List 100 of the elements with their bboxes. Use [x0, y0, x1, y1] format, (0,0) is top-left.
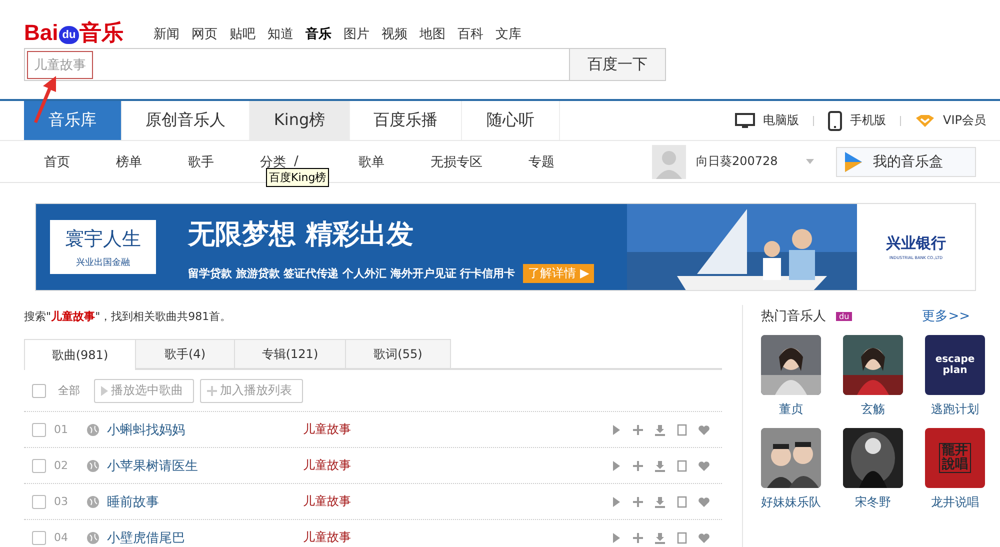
- music-box-button[interactable]: 我的音乐盒: [836, 146, 976, 176]
- plus-icon[interactable]: [632, 532, 644, 544]
- play-icon[interactable]: [610, 532, 622, 544]
- track-number: 03: [54, 495, 69, 508]
- top-nav-link[interactable]: 视频: [382, 25, 408, 43]
- heart-icon[interactable]: [698, 532, 710, 544]
- sub-nav-link[interactable]: 榜单: [116, 152, 142, 170]
- more-link[interactable]: 更多>>: [922, 307, 982, 325]
- plus-icon[interactable]: [632, 460, 644, 472]
- result-tab[interactable]: 歌手(4): [135, 339, 235, 368]
- du-badge: du: [836, 312, 852, 320]
- diamond-icon: [915, 114, 936, 128]
- phone-icon: [828, 110, 842, 130]
- checkbox[interactable]: [32, 494, 46, 508]
- globe-icon: [87, 532, 99, 544]
- top-nav-link[interactable]: 新闻: [154, 25, 180, 43]
- banner-ad[interactable]: 寰宇人生 兴业出国金融 无限梦想 精彩出发 留学贷款 旅游贷款 签证代传递 个人外汇 海外开户见证 行卡信用卡 了解详情 ▶: [36, 204, 857, 290]
- globe-icon: [87, 496, 99, 508]
- artist-link[interactable]: 儿童故事: [303, 529, 351, 546]
- play-icon[interactable]: [610, 496, 622, 508]
- artist-logo: escape plan: [934, 354, 976, 376]
- checkbox[interactable]: [32, 422, 46, 436]
- track-number: 04: [54, 531, 69, 544]
- download-icon[interactable]: [654, 496, 666, 508]
- user-name[interactable]: 向日葵200728: [696, 153, 796, 170]
- banner-headline: 无限梦想 精彩出发: [188, 218, 414, 252]
- header-link-label: 手机版: [850, 112, 886, 129]
- search-button[interactable]: 百度一下: [570, 48, 666, 81]
- artist-link[interactable]: 儿童故事: [303, 457, 351, 474]
- main-tab[interactable]: 音乐库: [24, 101, 122, 140]
- artist-thumbnail[interactable]: [761, 428, 821, 488]
- song-title[interactable]: 小苹果树请医生: [107, 456, 303, 474]
- search-value: 儿童故事: [27, 50, 93, 78]
- select-all-label: 全部: [58, 383, 80, 398]
- artist-thumbnail[interactable]: [843, 428, 903, 488]
- artist-name[interactable]: 好妹妹乐队: [761, 494, 821, 511]
- plus-icon[interactable]: [632, 496, 644, 508]
- sub-nav-link[interactable]: 分类: [260, 152, 286, 170]
- sub-nav-link[interactable]: /: [294, 154, 298, 169]
- heart-icon[interactable]: [698, 496, 710, 508]
- top-nav-link[interactable]: 贴吧: [230, 25, 256, 43]
- artist-thumbnail[interactable]: [761, 335, 821, 395]
- header-link[interactable]: 电脑版: [735, 112, 800, 129]
- artist-thumbnail[interactable]: [843, 335, 903, 395]
- sub-nav-link[interactable]: 首页: [44, 152, 70, 170]
- result-tab[interactable]: 歌词(55): [345, 339, 451, 368]
- artist-name[interactable]: 玄觞: [861, 401, 885, 418]
- plus-icon[interactable]: [632, 424, 644, 436]
- bank-name: 兴业银行: [886, 234, 946, 253]
- top-nav-link[interactable]: 知道: [268, 25, 294, 43]
- result-tab[interactable]: 歌曲(981): [24, 339, 136, 370]
- song-title[interactable]: 小壁虎借尾巴: [107, 528, 303, 546]
- checkbox[interactable]: [32, 458, 46, 472]
- top-nav-link[interactable]: 网页: [192, 25, 218, 43]
- main-tab[interactable]: King榜: [250, 101, 350, 140]
- artist-link[interactable]: 儿童故事: [303, 421, 351, 438]
- header-link[interactable]: 手机版: [828, 110, 886, 130]
- header-link-label: VIP会员: [943, 112, 986, 129]
- heart-icon[interactable]: [698, 424, 710, 436]
- sub-nav-link[interactable]: 无损专区: [430, 152, 482, 170]
- artist-name[interactable]: 董贞: [779, 401, 803, 418]
- checkbox[interactable]: [32, 384, 46, 398]
- phone-icon[interactable]: [676, 424, 688, 436]
- play-icon[interactable]: [610, 460, 622, 472]
- top-nav-link[interactable]: 地图: [420, 25, 446, 43]
- phone-icon[interactable]: [676, 460, 688, 472]
- banner-brand: 寰宇人生: [65, 226, 141, 252]
- download-icon[interactable]: [654, 460, 666, 472]
- artist-name[interactable]: 龙井说唱: [931, 494, 979, 511]
- monitor-icon: [735, 112, 756, 128]
- result-tab[interactable]: 专辑(121): [234, 339, 346, 368]
- artist-name[interactable]: 逃跑计划: [931, 401, 979, 418]
- tooltip: 百度King榜: [266, 168, 330, 187]
- baidu-music-logo[interactable]: Bai du 音乐: [24, 22, 124, 44]
- track-number: 01: [54, 423, 69, 436]
- top-nav-link[interactable]: 图片: [344, 25, 370, 43]
- artist-name[interactable]: 宋冬野: [855, 494, 891, 511]
- phone-icon[interactable]: [676, 532, 688, 544]
- checkbox[interactable]: [32, 530, 46, 544]
- play-logo-icon: [843, 150, 863, 172]
- plus-icon: [207, 386, 217, 396]
- globe-icon: [87, 460, 99, 472]
- heart-icon[interactable]: [698, 460, 710, 472]
- top-nav-link[interactable]: 音乐: [306, 25, 332, 43]
- sub-nav-link[interactable]: 专题: [528, 152, 554, 170]
- phone-icon[interactable]: [676, 496, 688, 508]
- song-title[interactable]: 睡前故事: [107, 492, 303, 510]
- dropdown-caret-icon[interactable]: [806, 159, 814, 164]
- header-link[interactable]: VIP会员: [915, 112, 986, 129]
- artist-thumbnail[interactable]: escape plan: [925, 335, 985, 395]
- song-title[interactable]: 小蝌蚪找妈妈: [107, 420, 303, 438]
- top-nav-link[interactable]: 百科: [458, 25, 484, 43]
- download-icon[interactable]: [654, 424, 666, 436]
- play-icon[interactable]: [610, 424, 622, 436]
- artist-link[interactable]: 儿童故事: [303, 493, 351, 510]
- sub-nav-link[interactable]: 歌手: [188, 152, 214, 170]
- top-nav-link[interactable]: 文库: [496, 25, 522, 43]
- download-icon[interactable]: [654, 532, 666, 544]
- sub-nav-link[interactable]: 歌单: [358, 152, 384, 170]
- track-number: 02: [54, 459, 69, 472]
